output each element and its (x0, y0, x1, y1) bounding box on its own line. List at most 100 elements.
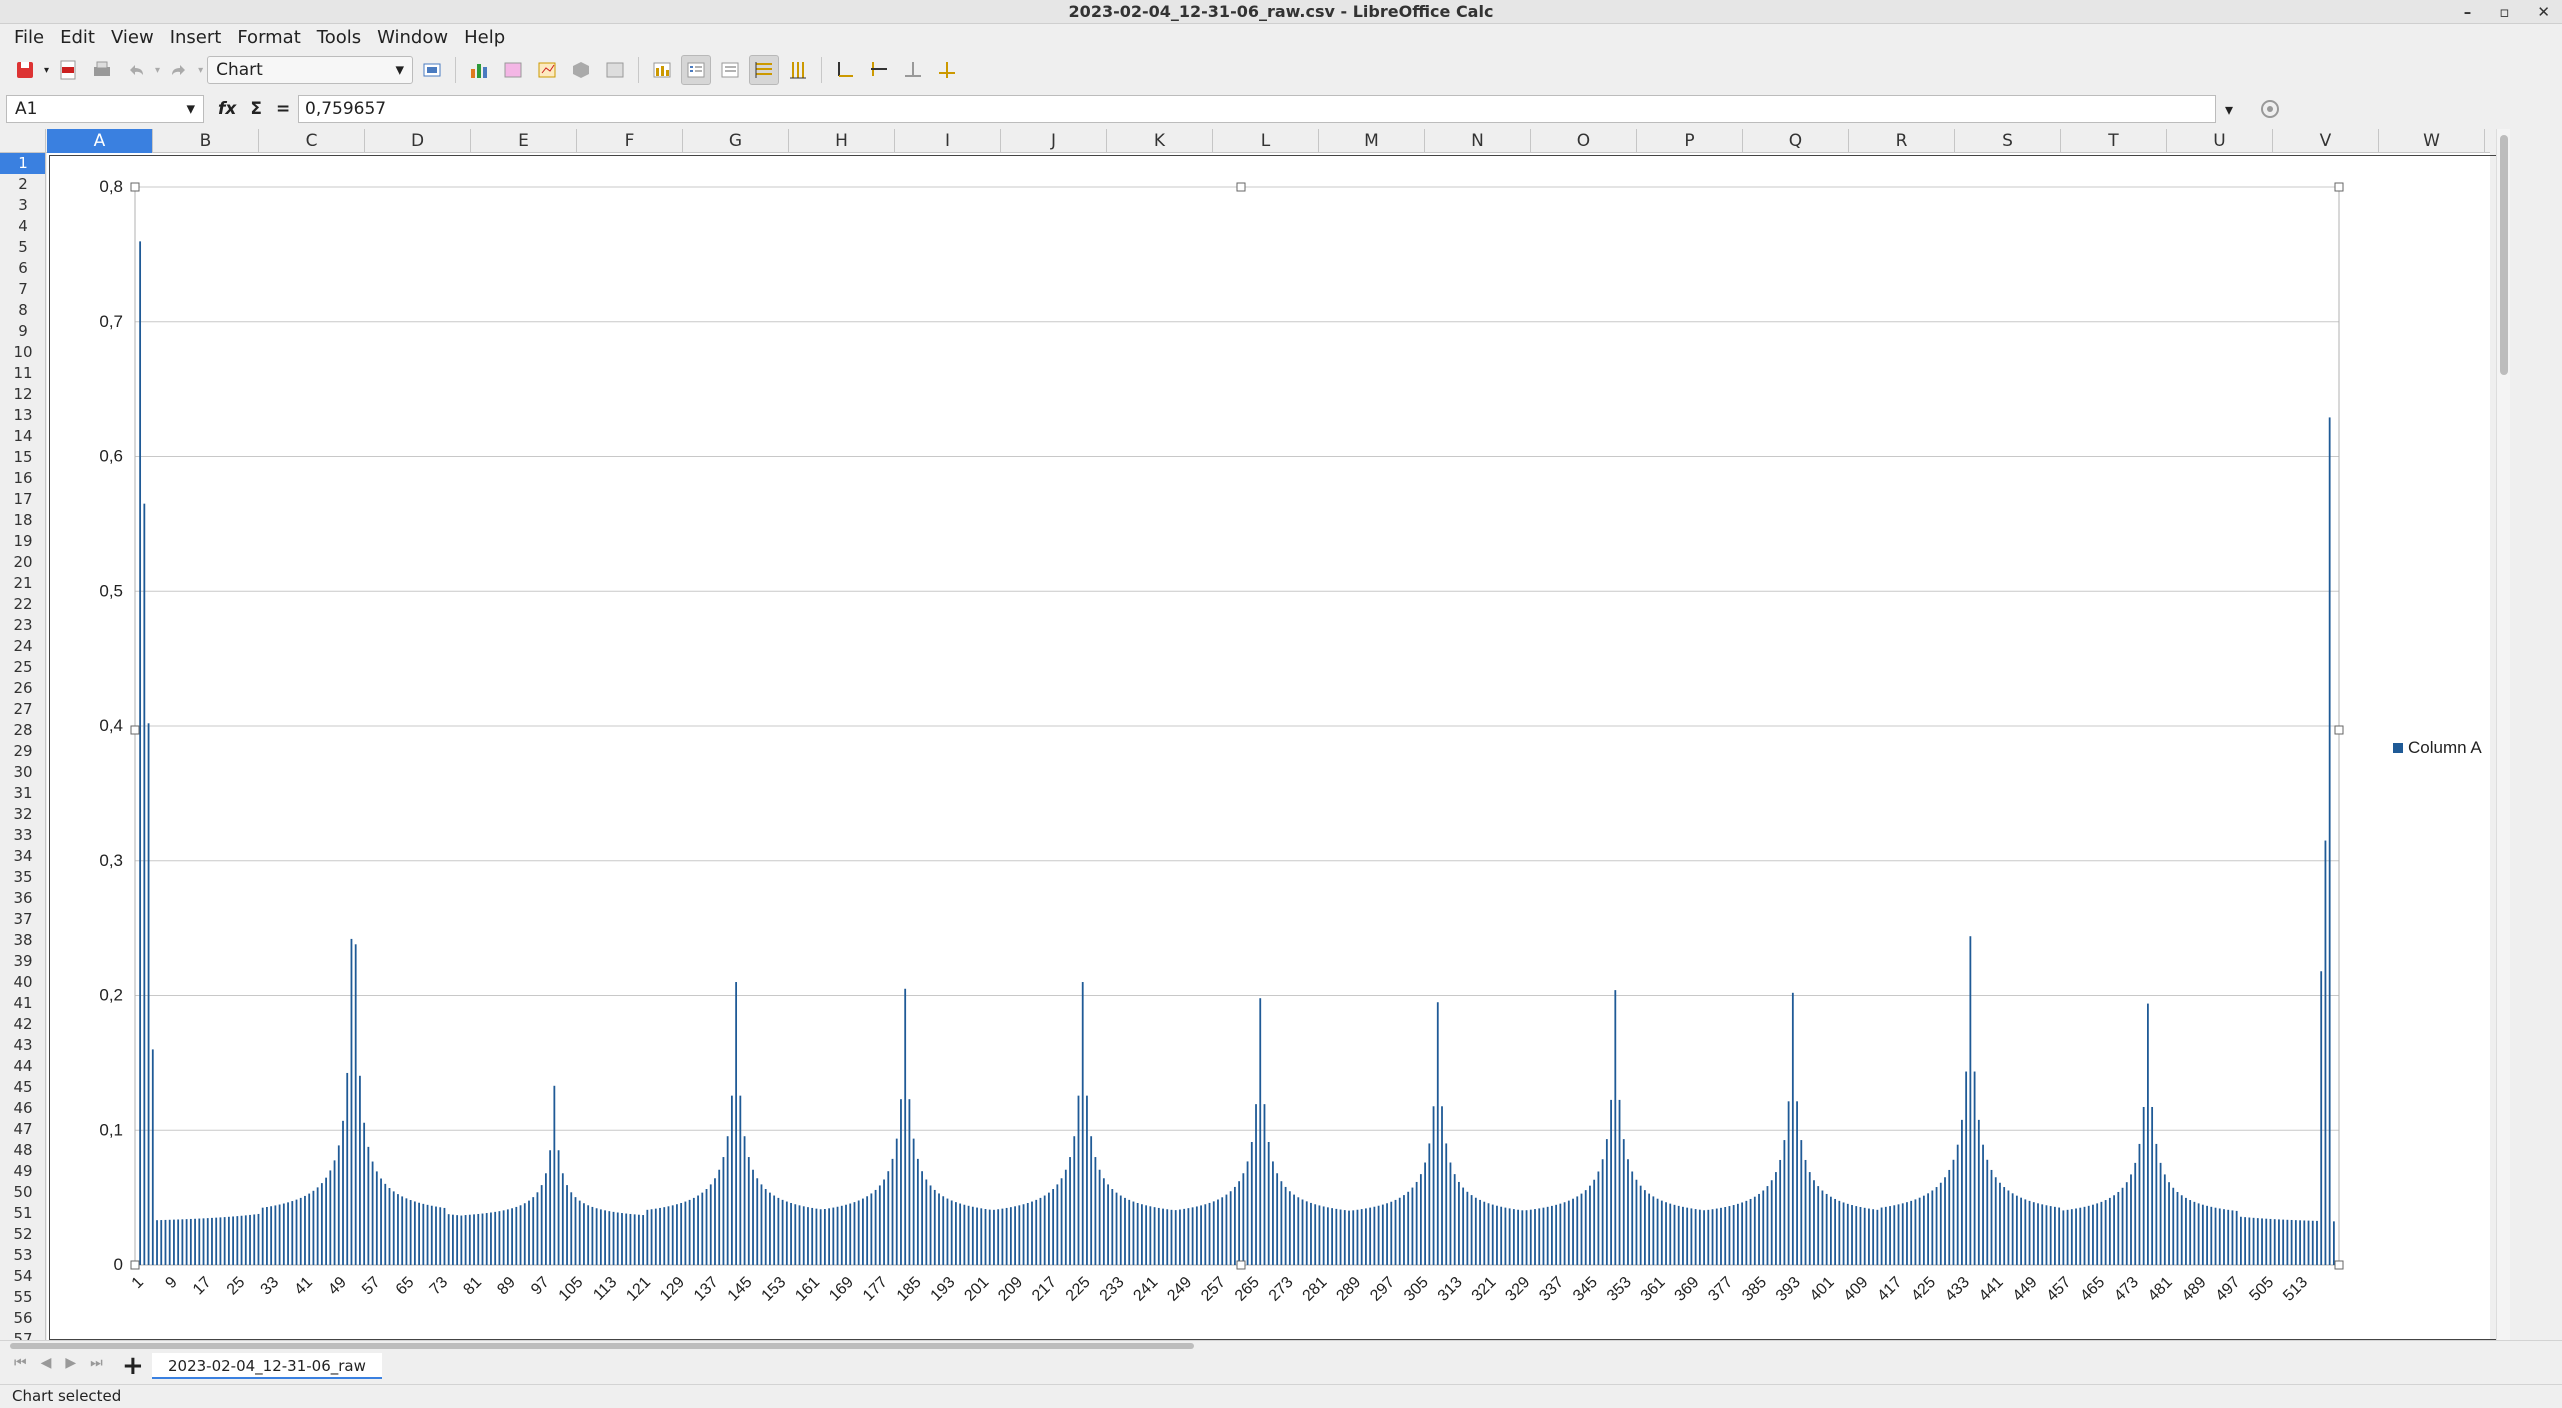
column-header-j[interactable]: J (1001, 129, 1107, 153)
row-header[interactable]: 43 (0, 1035, 45, 1056)
row-header[interactable]: 3 (0, 195, 45, 216)
row-header[interactable]: 44 (0, 1056, 45, 1077)
row-header[interactable]: 32 (0, 804, 45, 825)
column-header-d[interactable]: D (365, 129, 471, 153)
redo-icon[interactable] (164, 55, 194, 85)
row-header[interactable]: 27 (0, 699, 45, 720)
row-header[interactable]: 31 (0, 783, 45, 804)
formula-input[interactable]: 0,759657 (298, 95, 2216, 123)
row-header[interactable]: 55 (0, 1287, 45, 1308)
row-header[interactable]: 4 (0, 216, 45, 237)
column-header-r[interactable]: R (1849, 129, 1955, 153)
column-header-q[interactable]: Q (1743, 129, 1849, 153)
column-header-h[interactable]: H (789, 129, 895, 153)
row-header[interactable]: 2 (0, 174, 45, 195)
row-header[interactable]: 26 (0, 678, 45, 699)
row-header[interactable]: 19 (0, 531, 45, 552)
menu-file[interactable]: File (8, 27, 50, 48)
column-header-k[interactable]: K (1107, 129, 1213, 153)
column-header-c[interactable]: C (259, 129, 365, 153)
print-icon[interactable] (87, 55, 117, 85)
row-header[interactable]: 10 (0, 342, 45, 363)
column-header-s[interactable]: S (1955, 129, 2061, 153)
function-wizard-icon[interactable]: fx (218, 99, 236, 119)
row-header[interactable]: 28 (0, 720, 45, 741)
expand-formula-icon[interactable]: ▾ (2216, 95, 2242, 123)
row-header[interactable]: 38 (0, 930, 45, 951)
row-header[interactable]: 17 (0, 489, 45, 510)
row-header[interactable]: 22 (0, 594, 45, 615)
horizontal-grids-icon[interactable] (749, 55, 780, 85)
vertical-grids-icon[interactable] (783, 55, 813, 85)
column-header-l[interactable]: L (1213, 129, 1319, 153)
row-header[interactable]: 45 (0, 1077, 45, 1098)
format-selection-icon[interactable] (417, 55, 447, 85)
row-header[interactable]: 53 (0, 1245, 45, 1266)
legend-on-off-icon[interactable] (681, 55, 712, 85)
chart-element-select[interactable]: Chart ▾ (207, 56, 414, 84)
prev-sheet-icon[interactable]: ◀ (41, 1355, 52, 1371)
row-header[interactable]: 8 (0, 300, 45, 321)
menu-window[interactable]: Window (371, 27, 454, 48)
menu-tools[interactable]: Tools (311, 27, 367, 48)
row-header[interactable]: 52 (0, 1224, 45, 1245)
row-header[interactable]: 14 (0, 426, 45, 447)
chevron-down-icon[interactable]: ▾ (186, 99, 195, 119)
name-box[interactable]: A1 ▾ (6, 95, 204, 123)
row-header[interactable]: 25 (0, 657, 45, 678)
add-sheet-icon[interactable]: + (122, 1351, 144, 1381)
horizontal-scrollbar[interactable] (0, 1341, 2562, 1351)
menu-help[interactable]: Help (458, 27, 511, 48)
menu-view[interactable]: View (105, 27, 160, 48)
export-pdf-icon[interactable] (53, 55, 83, 85)
row-header[interactable]: 54 (0, 1266, 45, 1287)
column-header-w[interactable]: W (2379, 129, 2485, 153)
minimize-button[interactable]: – (2464, 0, 2472, 24)
column-header-p[interactable]: P (1637, 129, 1743, 153)
vertical-scrollbar[interactable] (2496, 129, 2510, 1340)
row-header[interactable]: 56 (0, 1308, 45, 1329)
row-header[interactable]: 23 (0, 615, 45, 636)
row-header[interactable]: 42 (0, 1014, 45, 1035)
last-sheet-icon[interactable]: ⏭ (90, 1355, 103, 1371)
row-header[interactable]: 16 (0, 468, 45, 489)
column-header-m[interactable]: M (1319, 129, 1425, 153)
redo-dropdown-icon[interactable]: ▾ (198, 65, 203, 76)
row-header[interactable]: 1 (0, 153, 45, 174)
row-header[interactable]: 49 (0, 1161, 45, 1182)
column-header-u[interactable]: U (2167, 129, 2273, 153)
row-header[interactable]: 29 (0, 741, 45, 762)
row-header[interactable]: 33 (0, 825, 45, 846)
row-header[interactable]: 51 (0, 1203, 45, 1224)
row-header[interactable]: 18 (0, 510, 45, 531)
row-header[interactable]: 34 (0, 846, 45, 867)
next-sheet-icon[interactable]: ▶ (65, 1355, 76, 1371)
y-axis-icon[interactable] (864, 55, 894, 85)
x-axis-icon[interactable] (830, 55, 860, 85)
row-header[interactable]: 46 (0, 1098, 45, 1119)
row-header[interactable]: 15 (0, 447, 45, 468)
row-header[interactable]: 36 (0, 888, 45, 909)
row-header[interactable]: 48 (0, 1140, 45, 1161)
3d-view-icon[interactable] (566, 55, 596, 85)
select-all-corner[interactable] (0, 129, 46, 153)
row-header[interactable]: 20 (0, 552, 45, 573)
data-ranges-icon[interactable] (532, 55, 562, 85)
row-header[interactable]: 50 (0, 1182, 45, 1203)
column-header-n[interactable]: N (1425, 129, 1531, 153)
chart-area-icon[interactable] (600, 55, 630, 85)
sum-icon[interactable]: Σ (250, 99, 262, 119)
close-button[interactable]: ✕ (2537, 0, 2550, 24)
chart-type-icon[interactable] (464, 55, 494, 85)
column-header-e[interactable]: E (471, 129, 577, 153)
row-header[interactable]: 11 (0, 363, 45, 384)
row-header[interactable]: 41 (0, 993, 45, 1014)
menu-format[interactable]: Format (231, 27, 306, 48)
row-header[interactable]: 21 (0, 573, 45, 594)
undo-dropdown-icon[interactable]: ▾ (155, 65, 160, 76)
equals-icon[interactable]: = (276, 99, 290, 119)
row-header[interactable]: 47 (0, 1119, 45, 1140)
row-header[interactable]: 37 (0, 909, 45, 930)
row-header[interactable]: 7 (0, 279, 45, 300)
row-header[interactable]: 40 (0, 972, 45, 993)
